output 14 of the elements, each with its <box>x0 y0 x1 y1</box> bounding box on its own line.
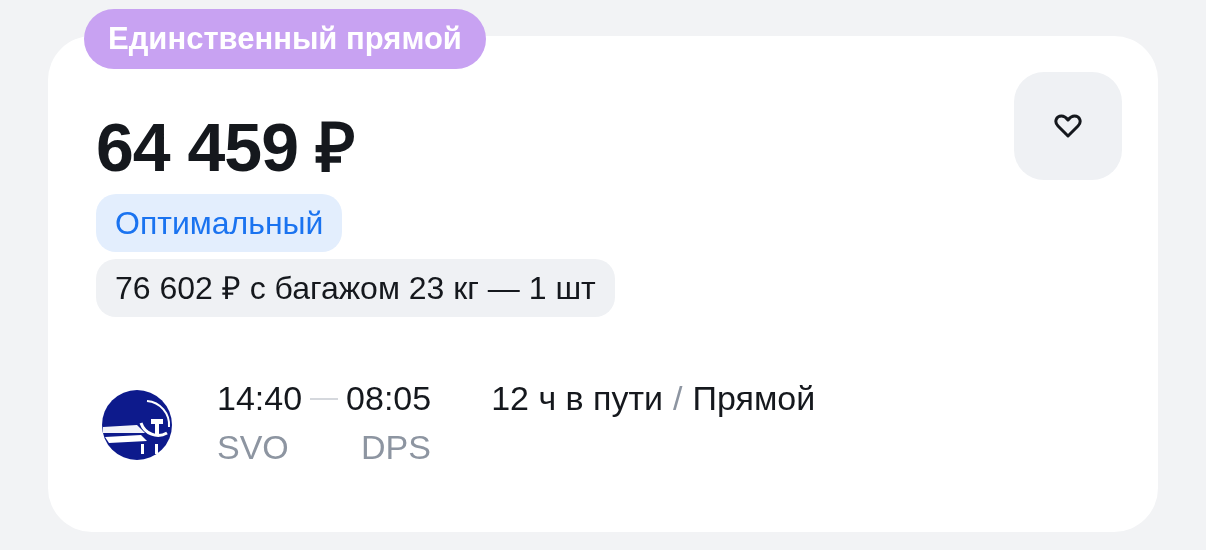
favorite-button[interactable] <box>1014 72 1122 180</box>
stops-info: Прямой <box>692 379 816 418</box>
flight-duration: 12 ч в пути <box>491 379 664 418</box>
departure-time: 14:40 <box>217 379 303 418</box>
airline-logo-icon <box>101 389 173 461</box>
separator: / <box>673 379 683 418</box>
tariff-tag[interactable]: Оптимальный <box>96 194 343 252</box>
arrival-airport: DPS <box>361 428 431 467</box>
departure-airport: SVO <box>217 428 290 467</box>
baggage-offer[interactable]: 76 602 ₽ с багажом 23 кг — 1 шт <box>96 259 615 317</box>
direct-flight-badge: Единственный прямой <box>84 9 486 69</box>
heart-icon <box>1054 113 1082 139</box>
arrival-time: 08:05 <box>346 379 432 418</box>
price: 64 459 ₽ <box>96 108 355 187</box>
